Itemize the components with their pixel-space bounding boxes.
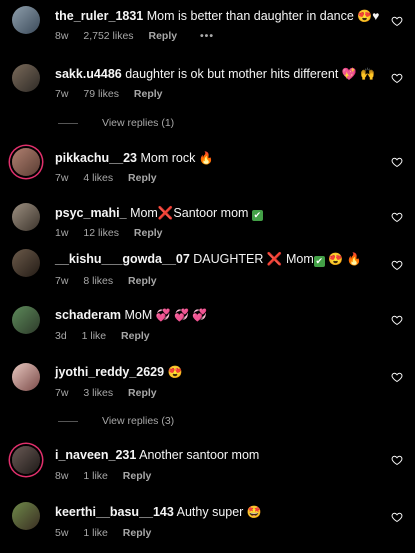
avatar[interactable] (12, 249, 40, 277)
check-mark-icon: ✔ (251, 210, 263, 221)
comment-username[interactable]: __kishu___gowda__07 (55, 252, 190, 266)
avatar[interactable] (12, 64, 40, 92)
comment-username[interactable]: keerthi__basu__143 (55, 505, 174, 519)
cross-mark-icon: ❌ (157, 206, 174, 220)
comment-text-2: Mom (285, 252, 314, 266)
reply-button[interactable]: Reply (134, 227, 163, 239)
comment-likes[interactable]: 1 like (83, 470, 108, 482)
comment-username[interactable]: schaderam (55, 308, 121, 322)
comment-age: 7w (55, 172, 69, 184)
comment-age: 7w (55, 387, 69, 399)
comment-username[interactable]: the_ruler_1831 (55, 9, 143, 23)
check-mark-icon: ✔ (313, 256, 325, 267)
view-replies-label[interactable]: View replies (3) (102, 415, 174, 427)
reply-button[interactable]: Reply (128, 387, 157, 399)
reply-button[interactable]: Reply (128, 172, 157, 184)
heart-icon[interactable] (391, 15, 403, 27)
comment-emoji: 😍 🔥 (328, 252, 362, 266)
view-replies-button[interactable]: View replies (1) (58, 117, 174, 129)
comment-username[interactable]: sakk.u4486 (55, 67, 122, 81)
avatar[interactable] (12, 502, 40, 530)
avatar[interactable] (12, 363, 40, 391)
reply-button[interactable]: Reply (128, 275, 157, 287)
cross-mark-icon: ❌ (266, 252, 283, 266)
heart-icon[interactable] (391, 511, 403, 523)
more-options-icon[interactable]: ••• (200, 30, 214, 42)
avatar[interactable] (12, 148, 40, 176)
comment-emoji: 💖 🙌 (341, 67, 376, 81)
comment-text: Mom (130, 206, 158, 220)
comment-likes[interactable]: 3 likes (83, 387, 113, 399)
comment-age: 8w (55, 30, 69, 42)
comment-text: MoM (124, 308, 153, 322)
comment-username[interactable]: i_naveen_231 (55, 448, 136, 462)
comment-age: 7w (55, 275, 69, 287)
comment-likes[interactable]: 12 likes (83, 227, 119, 239)
comment-likes[interactable]: 4 likes (83, 172, 113, 184)
comment-text-2: Santoor mom (173, 206, 249, 220)
comment-age: 3d (55, 330, 67, 342)
comment-emoji: 🔥 (198, 151, 214, 165)
comment-likes[interactable]: 1 like (82, 330, 107, 342)
comment-username[interactable]: psyc_mahi_ (55, 206, 127, 220)
comment-likes[interactable]: 2,752 likes (83, 30, 133, 42)
comment-age: 7w (55, 88, 69, 100)
heart-icon[interactable] (391, 371, 403, 383)
comment-text: Another santoor mom (139, 448, 260, 462)
comment-age: 5w (55, 527, 69, 539)
reply-button[interactable]: Reply (123, 470, 152, 482)
comment-emoji: 😍♥ (357, 9, 380, 23)
reply-button[interactable]: Reply (134, 88, 163, 100)
comment-username[interactable]: pikkachu__23 (55, 151, 137, 165)
comment-age: 1w (55, 227, 69, 239)
heart-icon[interactable] (391, 156, 403, 168)
comment-text: DAUGHTER (193, 252, 264, 266)
reply-button[interactable]: Reply (148, 30, 177, 42)
avatar[interactable] (12, 306, 40, 334)
comment-emoji: 💞 💞 💞 (155, 308, 208, 322)
heart-icon[interactable] (391, 211, 403, 223)
comment-emoji: 🤩 (246, 505, 262, 519)
replies-divider (58, 122, 78, 124)
comment-text: Mom is better than daughter in dance (146, 9, 354, 23)
replies-divider (58, 420, 78, 422)
heart-icon[interactable] (391, 259, 403, 271)
comment-emoji: 😍 (167, 365, 183, 379)
reply-button[interactable]: Reply (123, 527, 152, 539)
heart-icon[interactable] (391, 314, 403, 326)
view-replies-button[interactable]: View replies (3) (58, 415, 174, 427)
comment-age: 8w (55, 470, 69, 482)
avatar[interactable] (12, 446, 40, 474)
view-replies-label[interactable]: View replies (1) (102, 117, 174, 129)
heart-icon[interactable] (391, 454, 403, 466)
heart-icon[interactable] (391, 72, 403, 84)
avatar[interactable] (12, 6, 40, 34)
comment-text: Mom rock (140, 151, 196, 165)
comment-likes[interactable]: 8 likes (83, 275, 113, 287)
comment-likes[interactable]: 79 likes (83, 88, 119, 100)
reply-button[interactable]: Reply (121, 330, 150, 342)
comment-username[interactable]: jyothi_reddy_2629 (55, 365, 164, 379)
comment-text: daughter is ok but mother hits different (125, 67, 339, 81)
comment-text: Authy super (176, 505, 244, 519)
avatar[interactable] (12, 203, 40, 231)
comment-likes[interactable]: 1 like (83, 527, 108, 539)
